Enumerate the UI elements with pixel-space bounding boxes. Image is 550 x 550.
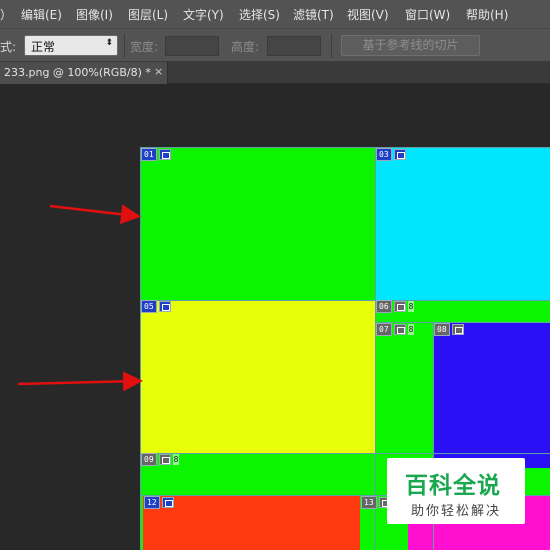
- image-slice-icon: [158, 454, 171, 465]
- close-icon[interactable]: ×: [154, 65, 163, 78]
- slice-number: 06: [376, 300, 392, 313]
- slice-link-count: 8: [407, 324, 415, 335]
- slice-label-08[interactable]: 08: [434, 323, 464, 336]
- arrow-icon: [49, 204, 141, 225]
- image-slice-icon: [451, 324, 464, 335]
- slice-number: 01: [141, 148, 157, 161]
- slice-number: 08: [434, 323, 450, 336]
- guide-line: [140, 300, 550, 301]
- green-block-top: [140, 147, 375, 300]
- menu-image[interactable]: 图像(I): [76, 6, 113, 23]
- menu-window[interactable]: 窗口(W): [405, 6, 450, 23]
- guide-line: [140, 453, 550, 454]
- image-slice-icon: [393, 324, 406, 335]
- height-label: 高度:: [231, 40, 260, 54]
- slice-label-01[interactable]: 01: [141, 148, 171, 161]
- blue-block: [434, 323, 550, 468]
- height-field[interactable]: [267, 36, 321, 56]
- red-block: [143, 496, 360, 550]
- slice-number: 12: [144, 496, 160, 509]
- slice-number: 05: [141, 300, 157, 313]
- yellow-block: [140, 300, 375, 453]
- slice-number: 07: [376, 323, 392, 336]
- menu-layer[interactable]: 图层(L): [128, 6, 168, 23]
- image-slice-icon: [161, 497, 174, 508]
- watermark-title: 百科全说: [405, 473, 501, 499]
- menu-edit[interactable]: 编辑(E): [21, 6, 62, 23]
- image-slice-icon: [393, 301, 406, 312]
- updown-arrow-icon: ⬍: [105, 38, 113, 48]
- options-bar: 式: 正常 ⬍ 宽度: 高度: 基于参考线的切片: [0, 28, 550, 62]
- watermark-logo: 百科全说 助你轻松解决: [387, 458, 525, 524]
- style-select[interactable]: 正常 ⬍: [24, 35, 118, 56]
- slice-label-07[interactable]: 07 8: [376, 323, 415, 336]
- image-slice-icon: [158, 149, 171, 160]
- image-slice-icon: [158, 301, 171, 312]
- slice-number: 09: [141, 453, 157, 466]
- slice-label-03[interactable]: 03: [376, 148, 406, 161]
- separator: [331, 34, 332, 58]
- document-tab-bar: 233.png @ 100%(RGB/8) * ×: [0, 62, 550, 84]
- image-slice-icon: [393, 149, 406, 160]
- guide-line: [140, 147, 141, 550]
- slice-label-06[interactable]: 06 8: [376, 300, 415, 313]
- menu-filter[interactable]: 滤镜(T): [293, 6, 334, 23]
- menu-item-partial[interactable]: ）: [0, 6, 12, 23]
- menu-help[interactable]: 帮助(H): [466, 6, 508, 23]
- menu-view[interactable]: 视图(V): [347, 6, 389, 23]
- slice-label-05[interactable]: 05: [141, 300, 171, 313]
- slice-link-count: 8: [407, 301, 415, 312]
- slices-from-guides-button[interactable]: 基于参考线的切片: [341, 35, 480, 56]
- separator: [124, 34, 125, 58]
- slice-number: 03: [376, 148, 392, 161]
- document-tab[interactable]: 233.png @ 100%(RGB/8) * ×: [0, 62, 168, 84]
- guide-line: [140, 147, 550, 148]
- style-select-value: 正常: [31, 40, 56, 54]
- menu-type[interactable]: 文字(Y): [183, 6, 224, 23]
- style-label: 式:: [0, 40, 17, 54]
- menu-bar: ） 编辑(E) 图像(I) 图层(L) 文字(Y) 选择(S) 滤镜(T) 视图…: [0, 0, 550, 28]
- width-label: 宽度:: [130, 40, 159, 54]
- guide-line: [375, 147, 376, 550]
- slice-number: 13: [361, 496, 377, 509]
- menu-select[interactable]: 选择(S): [239, 6, 280, 23]
- watermark-subtitle: 助你轻松解决: [411, 504, 502, 519]
- document-tab-title: 233.png @ 100%(RGB/8) *: [4, 66, 151, 79]
- guide-line: [375, 322, 550, 323]
- slice-link-count: 8: [172, 454, 180, 465]
- width-field[interactable]: [165, 36, 219, 56]
- slice-label-09[interactable]: 09 8: [141, 453, 180, 466]
- arrow-icon: [17, 371, 143, 392]
- slice-label-12[interactable]: 12: [144, 496, 174, 509]
- cyan-block: [376, 147, 550, 300]
